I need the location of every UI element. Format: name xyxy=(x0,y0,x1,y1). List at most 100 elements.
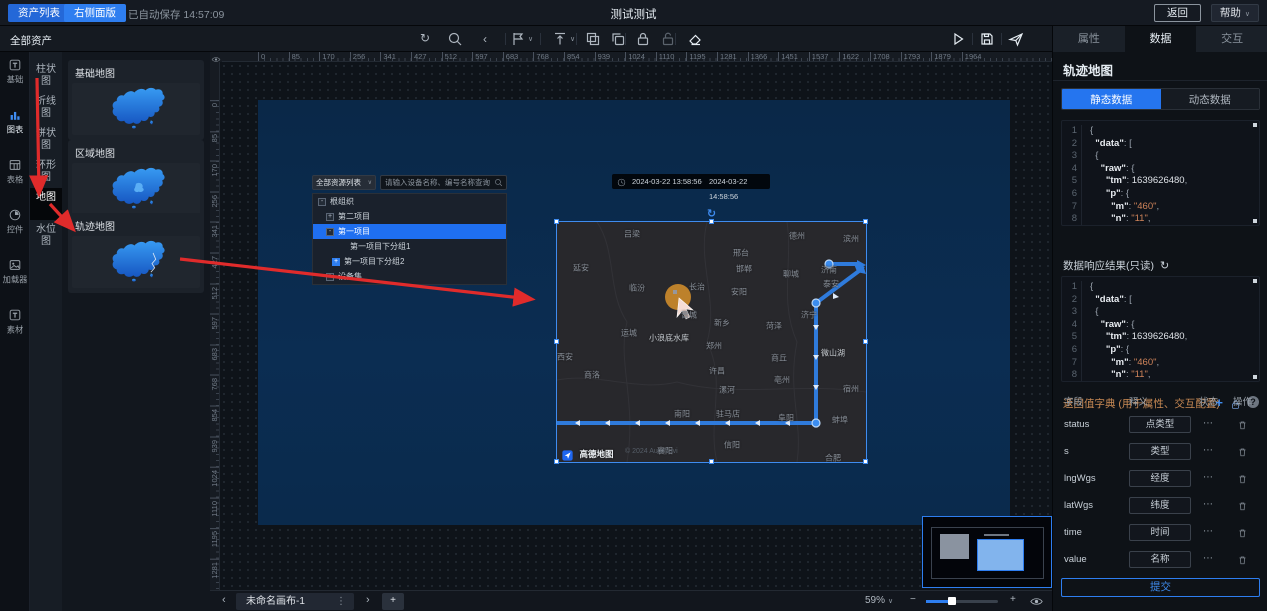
prev-canvas-icon[interactable]: ‹ xyxy=(222,594,226,606)
device-search-input[interactable]: 请输入设备名称、编号名称查询 xyxy=(380,175,507,190)
tab-数据[interactable]: 数据 xyxy=(1125,26,1197,52)
search-icon[interactable] xyxy=(447,31,463,47)
collapse-icon[interactable]: - xyxy=(326,228,334,236)
collapse-panel-icon[interactable]: ‹ xyxy=(483,32,487,46)
eraser-icon[interactable] xyxy=(687,31,703,47)
canvas-tab[interactable]: 未命名画布-1⋮ xyxy=(236,593,354,610)
zoom-out-icon[interactable]: − xyxy=(910,594,916,605)
category-环形图[interactable]: 环形图 xyxy=(30,156,62,188)
rail-item-素材[interactable]: 素材 xyxy=(0,308,30,352)
back-button[interactable]: 返回 xyxy=(1154,4,1201,22)
ruler-visibility-eye-icon[interactable] xyxy=(210,52,222,62)
flag-icon[interactable] xyxy=(510,31,526,47)
delete-row-icon[interactable] xyxy=(1237,418,1248,430)
rail-item-图表[interactable]: 图表 xyxy=(0,108,30,152)
play-icon[interactable] xyxy=(950,31,966,47)
add-canvas-button[interactable]: + xyxy=(382,593,404,610)
tree-node-第一项目[interactable]: -第一项目 xyxy=(313,224,506,239)
category-饼状图[interactable]: 饼状图 xyxy=(30,124,62,156)
response-data-viewer[interactable]: 1{2 "data": [3 {4 "raw": {5 "tm": 163962… xyxy=(1061,276,1260,382)
rail-item-基础[interactable]: 基础 xyxy=(0,58,30,102)
rail-item-加载器[interactable]: 加载器 xyxy=(0,258,30,302)
asset-list-button[interactable]: 资产列表 xyxy=(8,4,70,22)
expand-icon[interactable]: + xyxy=(332,258,340,266)
tree-node-第一项目下分组1[interactable]: 第一项目下分组1 xyxy=(313,239,506,254)
scrollbar[interactable] xyxy=(1253,219,1257,223)
city-label-商洛: 商洛 xyxy=(584,370,600,381)
static-data-tab[interactable]: 静态数据 xyxy=(1062,89,1161,109)
asset-card-区域地图[interactable]: 区域地图 xyxy=(68,140,204,220)
submit-button[interactable]: 提交 xyxy=(1061,578,1260,597)
tree-node-第一项目下分组2[interactable]: +第一项目下分组2 xyxy=(313,254,506,269)
refresh-assets-icon[interactable]: ↻ xyxy=(420,31,430,45)
field-meaning-input[interactable]: 纬度 xyxy=(1129,497,1191,514)
delete-row-icon[interactable] xyxy=(1237,553,1248,565)
unlock-icon[interactable] xyxy=(660,31,676,47)
dynamic-data-tab[interactable]: 动态数据 xyxy=(1161,89,1260,109)
trajectory-map-widget[interactable]: 吕梁德州滨州延安邢台邯郸聊城济南泰安临汾长治安阳晋城新乡菏泽济宁运城小浪底水库郑… xyxy=(557,222,866,462)
zoom-slider[interactable] xyxy=(926,600,998,603)
zoom-level-dropdown[interactable]: 59%∨ xyxy=(865,595,893,606)
tab-属性[interactable]: 属性 xyxy=(1053,26,1125,52)
save-icon[interactable] xyxy=(979,31,995,47)
field-meaning-input[interactable]: 时间 xyxy=(1129,524,1191,541)
group-icon[interactable] xyxy=(585,31,601,47)
field-meaning-input[interactable]: 点类型 xyxy=(1129,416,1191,433)
field-meaning-input[interactable]: 经度 xyxy=(1129,470,1191,487)
zoom-slider-handle[interactable] xyxy=(948,597,956,605)
canvas-menu-icon[interactable]: ⋮ xyxy=(336,593,346,610)
row-menu-icon[interactable]: ⋯ xyxy=(1203,418,1213,429)
static-data-editor[interactable]: 1{2 "data": [3 {4 "raw": {5 "tm": 163962… xyxy=(1061,120,1260,226)
field-meaning-input[interactable]: 名称 xyxy=(1129,551,1191,568)
expand-icon[interactable]: + xyxy=(326,273,334,281)
tab-交互[interactable]: 交互 xyxy=(1196,26,1267,52)
minimap[interactable] xyxy=(922,516,1052,588)
zoom-in-icon[interactable]: + xyxy=(1010,594,1016,605)
delete-row-icon[interactable] xyxy=(1237,445,1248,457)
row-menu-icon[interactable]: ⋯ xyxy=(1203,499,1213,510)
row-menu-icon[interactable]: ⋯ xyxy=(1203,526,1213,537)
resource-filter-dropdown[interactable]: 全部资源列表∨ xyxy=(312,175,376,190)
collapse-icon[interactable]: - xyxy=(318,198,326,206)
scrollbar[interactable] xyxy=(1253,279,1257,283)
align-top-icon[interactable] xyxy=(552,31,568,47)
scrollbar[interactable] xyxy=(1253,375,1257,379)
asset-card-基础地图[interactable]: 基础地图 xyxy=(68,60,204,140)
subcategory-list: 柱状图折线图饼状图环形图地图水位图 xyxy=(30,52,62,611)
delete-row-icon[interactable] xyxy=(1237,472,1248,484)
widget-title: 轨迹地图 xyxy=(1063,60,1113,79)
china-map-thumbnail xyxy=(72,163,200,215)
copy-icon[interactable] xyxy=(610,31,626,47)
right-panel-button[interactable]: 右侧面版 xyxy=(64,4,126,22)
expand-icon[interactable]: + xyxy=(326,213,334,221)
time-range-widget[interactable]: 2024-03-22 13:58:56 - 2024-03-22 14:58:5… xyxy=(612,174,770,189)
row-menu-icon[interactable]: ⋯ xyxy=(1203,553,1213,564)
ruler-label: 85 xyxy=(289,52,300,62)
text-icon xyxy=(8,58,22,72)
send-icon[interactable] xyxy=(1008,31,1024,47)
rail-item-表格[interactable]: 表格 xyxy=(0,158,30,202)
delete-row-icon[interactable] xyxy=(1237,499,1248,511)
category-地图[interactable]: 地图 xyxy=(30,188,62,220)
category-水位图[interactable]: 水位图 xyxy=(30,220,62,252)
tree-node-设备集[interactable]: +设备集 xyxy=(313,269,506,284)
row-menu-icon[interactable]: ⋯ xyxy=(1203,472,1213,483)
scrollbar[interactable] xyxy=(1253,123,1257,127)
tree-node-label: 第一项目下分组1 xyxy=(350,239,410,254)
help-button[interactable]: 帮助∨ xyxy=(1211,4,1259,22)
lock-icon[interactable] xyxy=(635,31,651,47)
delete-row-icon[interactable] xyxy=(1237,526,1248,538)
asset-card-轨迹地图[interactable]: 轨迹地图 xyxy=(68,213,204,293)
field-meaning-input[interactable]: 类型 xyxy=(1129,443,1191,460)
preview-eye-icon[interactable] xyxy=(1030,595,1043,608)
refresh-icon[interactable]: ↻ xyxy=(1160,260,1169,272)
tree-node-第二项目[interactable]: +第二项目 xyxy=(313,209,506,224)
rail-item-控件[interactable]: 控件 xyxy=(0,208,30,252)
next-canvas-icon[interactable]: › xyxy=(366,594,370,606)
row-menu-icon[interactable]: ⋯ xyxy=(1203,445,1213,456)
category-柱状图[interactable]: 柱状图 xyxy=(30,60,62,92)
bars-icon xyxy=(8,108,22,122)
tree-node-根组织[interactable]: -根组织 xyxy=(313,194,506,209)
category-折线图[interactable]: 折线图 xyxy=(30,92,62,124)
rotate-handle-icon[interactable]: ↻ xyxy=(707,207,716,220)
